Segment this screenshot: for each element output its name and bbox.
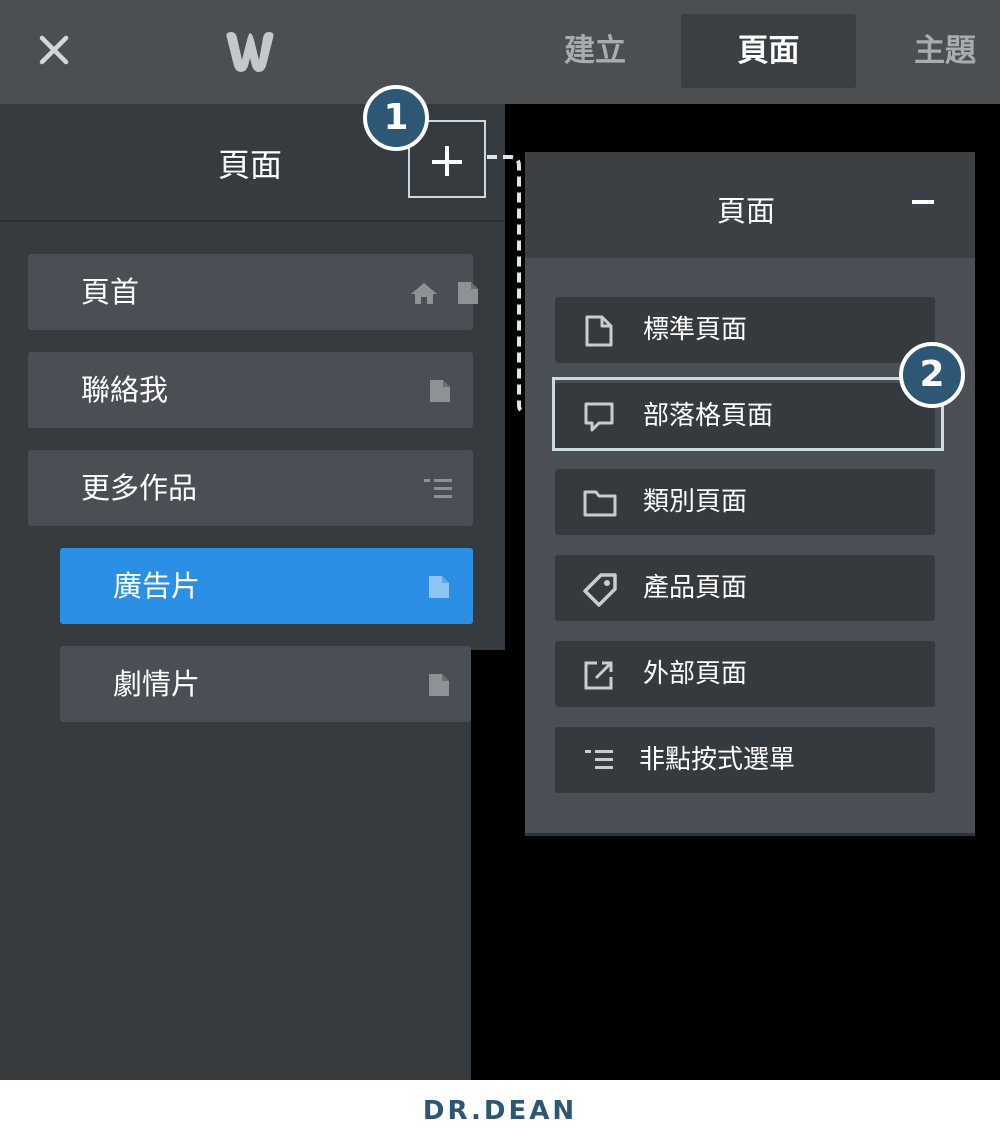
tab-pages[interactable]: 頁面 — [681, 14, 856, 88]
page-icon — [430, 380, 450, 402]
page-type-label: 非點按式選單 — [639, 745, 796, 775]
page-type-panel: 頁面 標準頁面 部落格頁面 類別頁面 產品頁面 外部頁面 非點按式選單 — [525, 152, 975, 836]
folder-icon — [583, 490, 617, 517]
menu-list-icon — [424, 479, 452, 498]
brand-footer: DR.DEAN — [422, 1096, 578, 1126]
page-item-commercials[interactable]: 廣告片 — [60, 548, 473, 624]
page-icon — [429, 674, 449, 696]
tab-build[interactable]: 建立 — [540, 14, 650, 88]
page-icon — [458, 282, 478, 304]
page-type-label: 外部頁面 — [643, 659, 748, 689]
external-link-icon — [584, 661, 613, 690]
page-type-panel-title: 頁面 — [716, 194, 775, 228]
page-type-label: 標準頁面 — [643, 315, 748, 345]
page-type-panel-header: 頁面 — [525, 152, 975, 258]
tab-theme[interactable]: 主題 — [890, 14, 1000, 88]
page-item-label: 劇情片 — [113, 667, 201, 701]
step-2-badge: 2 — [899, 342, 965, 408]
top-bar: 建立 頁面 主題 — [0, 0, 1000, 104]
page-item-drama[interactable]: 劇情片 — [60, 646, 471, 722]
add-category-page-button[interactable]: 類別頁面 — [555, 469, 935, 535]
close-icon[interactable] — [34, 30, 74, 70]
page-item-home[interactable]: 頁首 — [28, 254, 478, 330]
page-item-label: 頁首 — [81, 275, 140, 309]
page-item-label: 廣告片 — [113, 569, 201, 603]
add-non-clickable-menu-button[interactable]: 非點按式選單 — [555, 727, 935, 793]
page-item-contact[interactable]: 聯絡我 — [28, 352, 473, 428]
page-item-more-works[interactable]: 更多作品 — [28, 450, 473, 526]
editor-canvas: 建立 頁面 主題 頁面 頁首 聯絡我 更多作品 廣告片 劇情片 頁面 標準頁面 … — [0, 0, 1000, 1080]
page-type-label: 類別頁面 — [643, 487, 748, 517]
page-type-label: 產品頁面 — [643, 573, 748, 603]
page-icon — [429, 576, 449, 598]
add-standard-page-button[interactable]: 標準頁面 — [555, 297, 935, 363]
tag-icon — [583, 573, 617, 607]
panel-divider — [0, 220, 505, 222]
step-1-badge: 1 — [363, 85, 429, 151]
add-external-page-button[interactable]: 外部頁面 — [555, 641, 935, 707]
page-item-label: 聯絡我 — [81, 373, 169, 407]
blog-page-highlight — [552, 377, 944, 451]
collapse-button[interactable] — [912, 200, 934, 204]
page-icon — [585, 315, 613, 347]
home-icon — [411, 283, 437, 304]
weebly-logo-icon — [226, 32, 274, 72]
menu-list-icon — [585, 750, 613, 769]
add-product-page-button[interactable]: 產品頁面 — [555, 555, 935, 621]
page-item-label: 更多作品 — [81, 471, 198, 505]
